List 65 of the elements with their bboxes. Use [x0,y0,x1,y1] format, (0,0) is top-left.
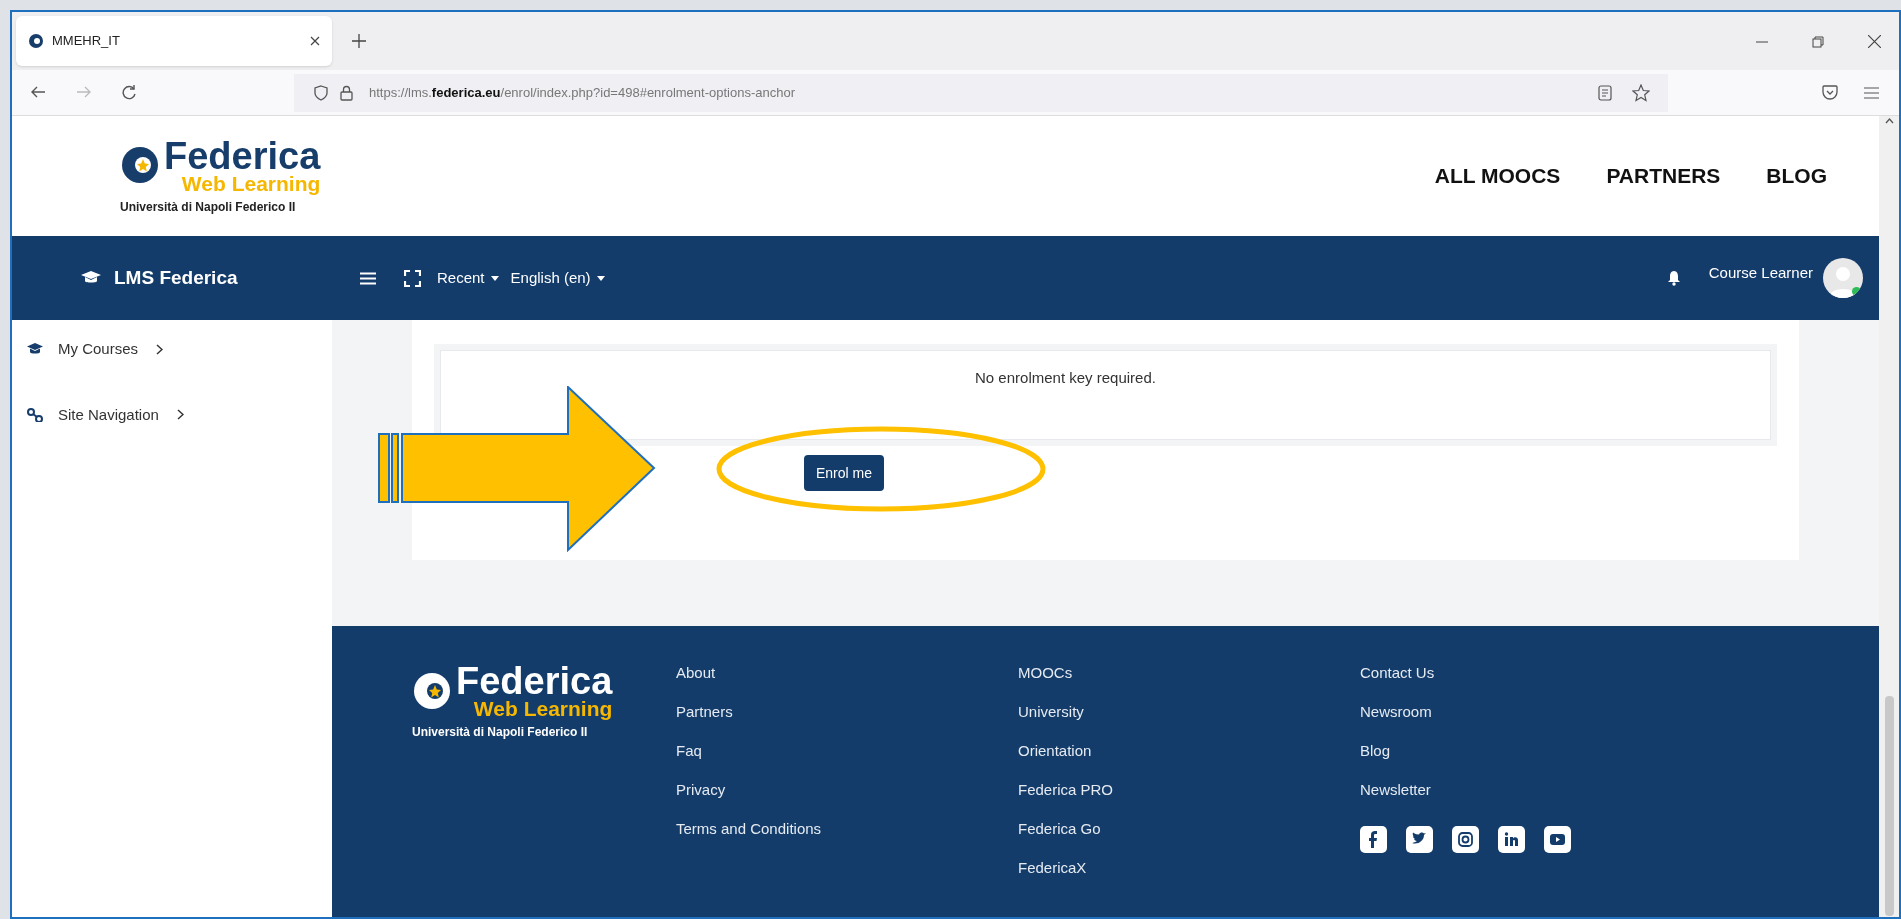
logo-name: Federica [164,136,321,175]
footer-link[interactable]: Blog [1360,740,1660,762]
footer-link[interactable]: Terms and Conditions [676,818,1018,840]
reader-view-icon[interactable] [1598,84,1612,101]
shield-icon[interactable] [314,84,328,101]
sitemap-icon [26,407,44,423]
enrolment-message: No enrolment key required. [975,368,1156,388]
scrollbar-thumb[interactable] [1884,696,1894,916]
footer-link[interactable]: Federica Go [1018,818,1360,840]
dropdown-menu[interactable]: Recent [437,266,499,290]
nav-link[interactable]: BLOG [1766,160,1827,192]
logo-subtitle: Università di Napoli Federico II [412,724,588,741]
video-play-icon[interactable] [1544,826,1571,853]
footer-link[interactable]: Partners [676,701,1018,723]
close-icon[interactable] [1868,35,1881,48]
footer-link[interactable]: MOOCs [1018,662,1360,684]
footer-link[interactable]: Contact Us [1360,662,1660,684]
footer-link[interactable]: FedericaX [1018,857,1360,879]
nav-link[interactable]: ALL MOOCS [1434,160,1561,192]
brand-name[interactable]: LMS Federica [114,263,238,293]
footer-link[interactable]: Faq [676,740,1018,762]
lock-icon[interactable] [340,84,353,101]
user-name[interactable]: Course Learner [1708,261,1813,285]
dropdown-menu[interactable]: English (en) [510,266,605,290]
close-icon[interactable] [310,36,320,46]
footer-link[interactable]: Orientation [1018,740,1360,762]
nav-link[interactable]: PARTNERS [1606,160,1721,192]
linkedin-icon[interactable] [1498,826,1525,853]
logo-icon [412,670,452,711]
bell-icon[interactable] [1666,270,1681,286]
instagram-icon[interactable] [1452,826,1479,853]
footer-link[interactable]: Privacy [676,779,1018,801]
logo-tagline: Web Learning [473,698,613,719]
logo-subtitle: Università di Napoli Federico II [120,198,296,216]
scroll-up-icon[interactable] [1884,118,1894,124]
site-logo-icon [28,33,44,49]
avatar[interactable] [1823,258,1863,298]
logo-name: Federica [456,662,613,700]
new-tab-icon[interactable] [352,34,366,48]
browser-tab[interactable]: MMEHR_IT [16,16,332,66]
footer-link[interactable]: Newsletter [1360,779,1660,801]
tab-title: MMEHR_IT [52,32,121,51]
footer-link[interactable]: Federica PRO [1018,779,1360,801]
restore-icon[interactable] [1812,35,1824,48]
fullscreen-icon[interactable] [404,269,421,287]
footer-link[interactable]: Newsroom [1360,701,1660,723]
caret-icon [490,275,499,281]
twitter-icon[interactable] [1406,826,1433,853]
star-icon[interactable] [1632,83,1650,102]
sidebar-item[interactable]: Site Navigation [26,403,332,426]
caret-icon [596,275,605,281]
logo-tagline: Web Learning [181,172,321,194]
back-arrow-icon[interactable] [30,85,46,99]
scrollbar[interactable] [1879,116,1899,917]
enrol-button[interactable]: Enrol me [804,455,885,491]
chevron-right-icon [176,409,184,421]
logo-icon [120,145,160,185]
url-text[interactable]: https://lms.federica.eu/enrol/index.php?id=498#enrolment-options-anchor [369,82,796,103]
pocket-icon[interactable] [1822,85,1838,100]
footer-link[interactable]: University [1018,701,1360,723]
chevron-right-icon [156,343,164,355]
sidebar-item[interactable]: My Courses [26,338,332,361]
facebook-icon[interactable] [1360,826,1387,853]
reload-icon[interactable] [122,85,137,100]
footer-link[interactable]: About [676,662,1018,684]
